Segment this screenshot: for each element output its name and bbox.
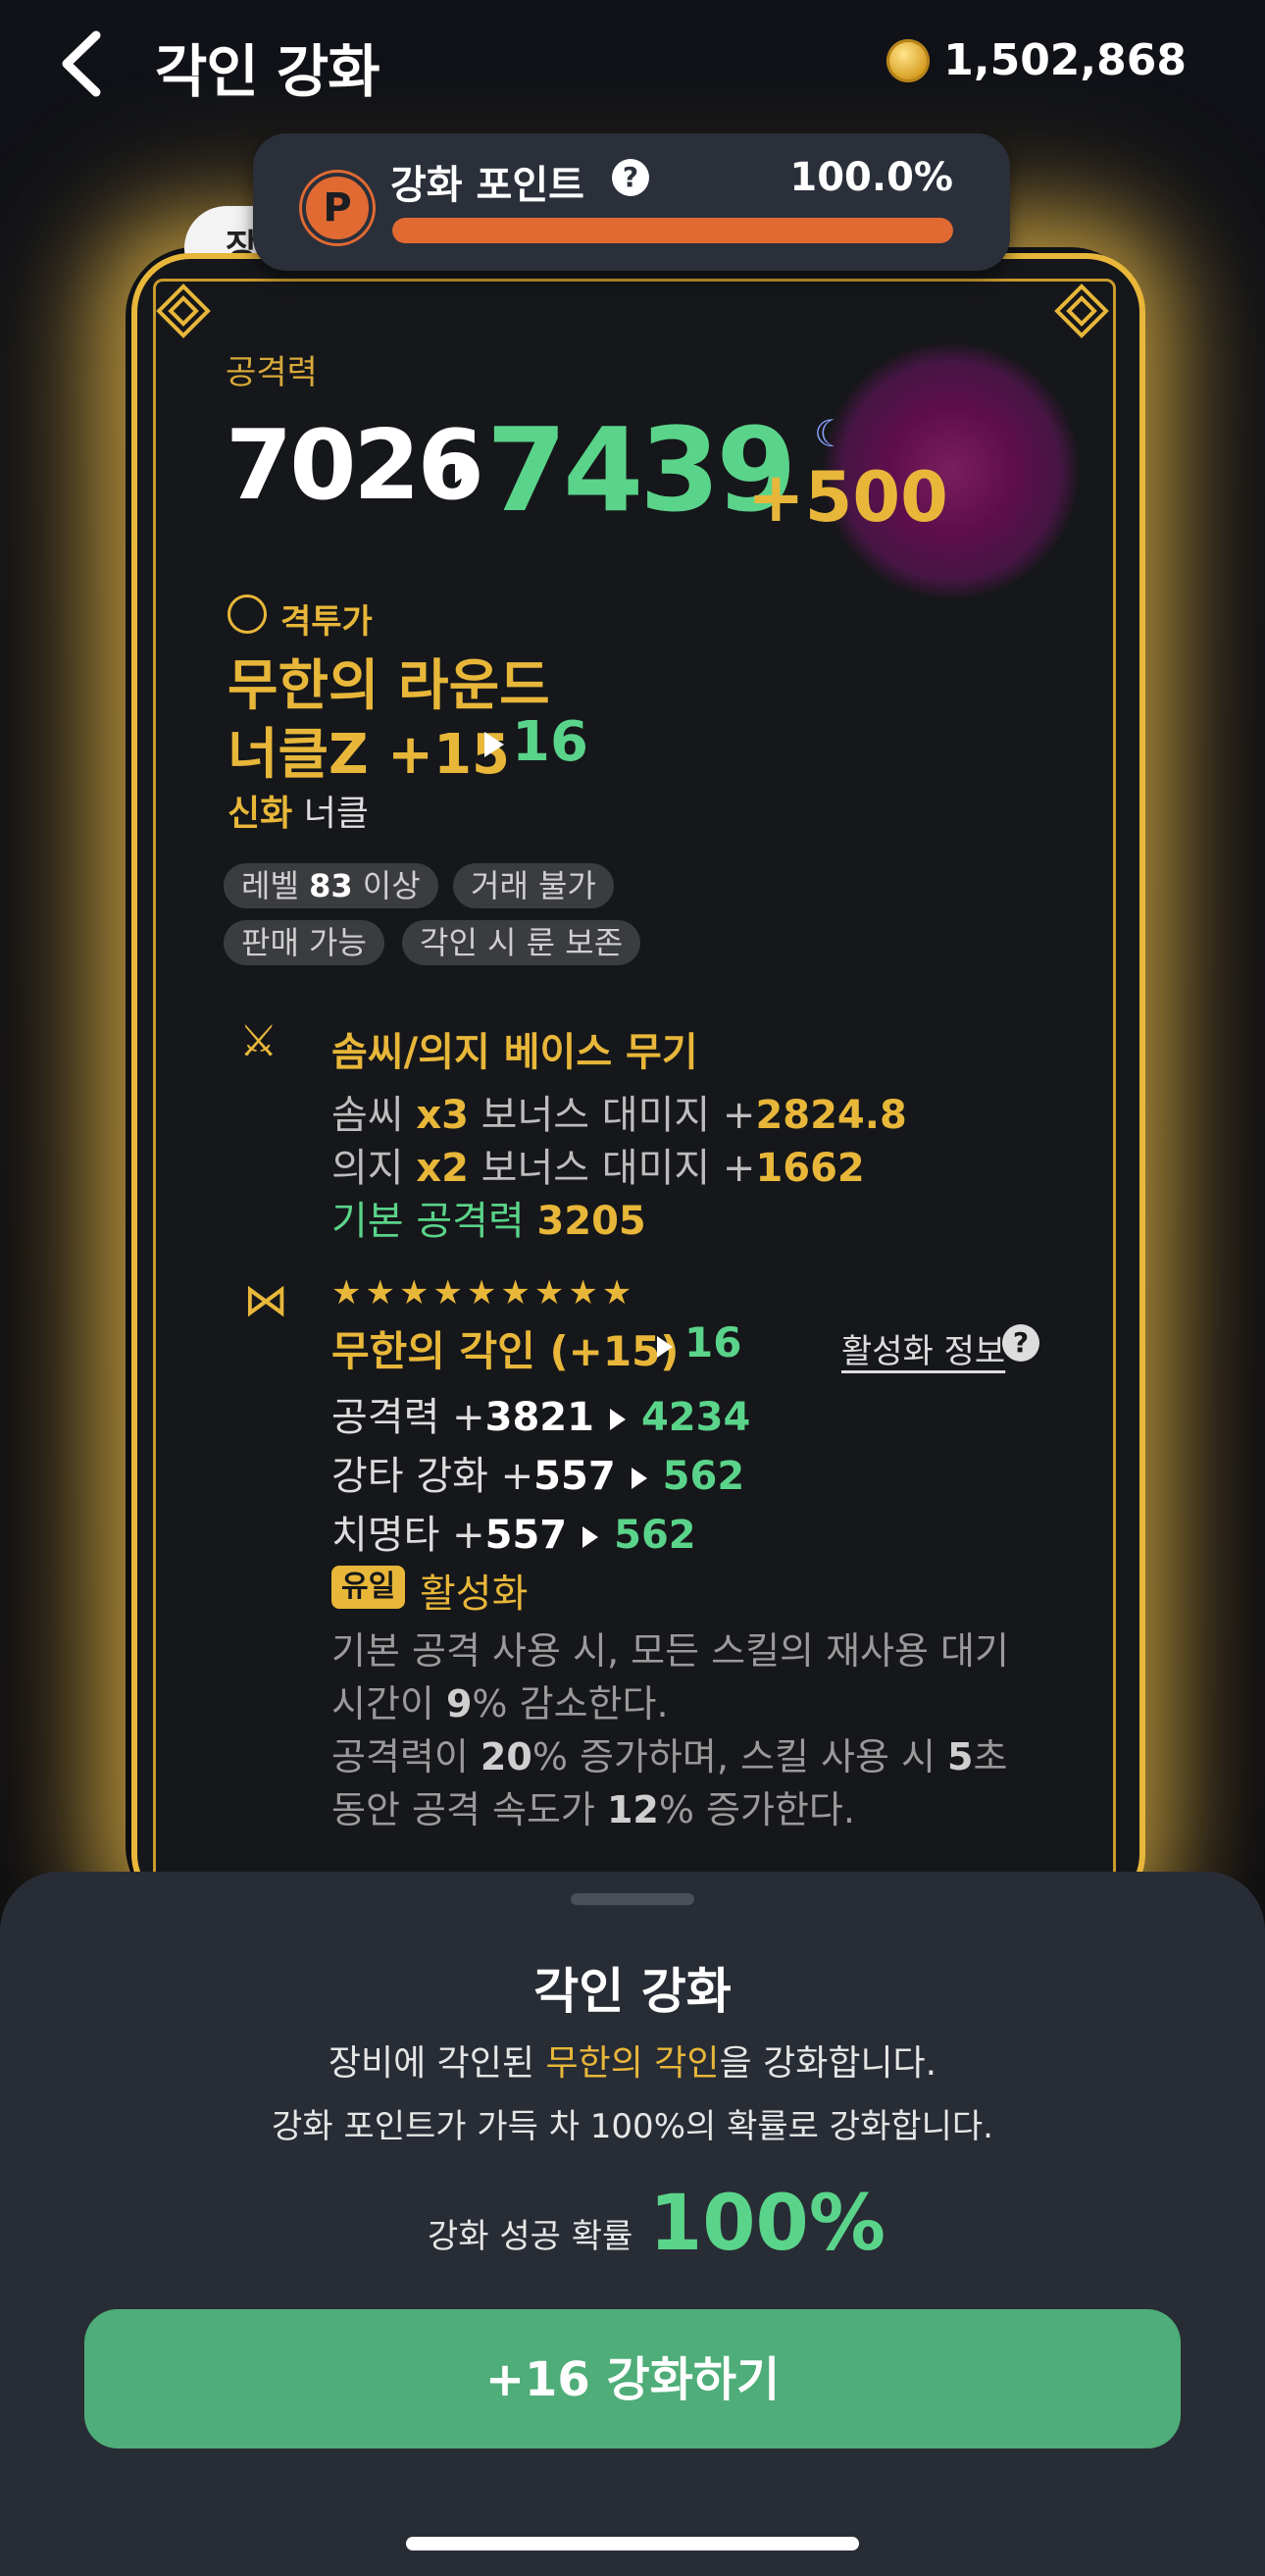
coin-icon	[886, 38, 931, 82]
arrow-right-icon	[631, 1468, 647, 1489]
attack-label: 공격력	[226, 353, 318, 392]
arrow-right-icon	[657, 1336, 673, 1358]
arrow-right-icon	[582, 1526, 599, 1548]
page-title: 각인 강화	[155, 38, 380, 105]
weapon-row: 솜씨 x3 보너스 대미지 +2824.8	[331, 1093, 907, 1138]
weapon-section-title: 솜씨/의지 베이스 무기	[331, 1030, 698, 1075]
engraving-desc-line: 기본 공격 사용 시, 모든 스킬의 재사용 대기	[331, 1629, 1009, 1673]
gold-amount: 1,502,868	[943, 35, 1187, 85]
activation-info-link[interactable]: 활성화 정보	[841, 1324, 1005, 1372]
item-name-line1: 무한의 라운드	[228, 654, 550, 718]
points-progress-bar	[392, 218, 953, 243]
engraving-level-new: 16	[684, 1318, 742, 1366]
weapon-row: 기본 공격력 3205	[331, 1199, 646, 1244]
engraving-stat-row: 강타 강화 +557 562	[331, 1454, 745, 1499]
item-level-new: 16	[512, 710, 588, 774]
item-tier: 신화 너클	[228, 794, 369, 834]
weapon-icon: ⚔	[239, 1016, 278, 1066]
chip-sellable: 판매 가능	[224, 920, 384, 965]
sheet-description-line1: 장비에 각인된 무한의 각인을 강화합니다.	[328, 2043, 937, 2084]
chip-level: 레벨 83 이상	[224, 863, 438, 908]
engraving-stat-row: 공격력 +3821 4234	[331, 1395, 751, 1440]
enhance-points-panel: P 강화 포인트 ? 100.0%	[253, 133, 1010, 271]
points-progress-fill	[392, 218, 953, 243]
points-label: 강화 포인트	[390, 163, 584, 208]
chip-rune-preserve: 각인 시 룬 보존	[402, 920, 641, 965]
weapon-row: 의지 x2 보너스 대미지 +1662	[331, 1146, 865, 1191]
engraving-desc-line: 동안 공격 속도가 12% 증가한다.	[331, 1788, 855, 1831]
engraving-desc-line: 공격력이 20% 증가하며, 스킬 사용 시 5초	[331, 1735, 1008, 1778]
arrow-right-icon	[455, 457, 475, 483]
success-rate-value: 100%	[649, 2180, 886, 2268]
sheet-title: 각인 강화	[533, 1963, 732, 2020]
attack-old-value: 7026	[226, 410, 484, 522]
engraving-desc-line: 시간이 9% 감소한다.	[331, 1682, 669, 1726]
gold-display: 1,502,868	[886, 35, 1187, 85]
home-indicator[interactable]	[406, 2537, 859, 2550]
chip-no-trade: 거래 불가	[453, 863, 614, 908]
enhance-button[interactable]: +16 강화하기	[84, 2309, 1181, 2448]
help-icon[interactable]: ?	[1002, 1324, 1039, 1362]
knot-ornament-icon	[156, 283, 211, 338]
engraving-name: 무한의 각인 (+15)	[331, 1327, 680, 1375]
item-class: 격투가	[280, 602, 373, 642]
class-icon	[228, 594, 267, 634]
engraving-stat-row: 치명타 +557 562	[331, 1513, 696, 1558]
success-rate-label: 강화 성공 확률	[428, 2217, 633, 2256]
knot-ornament-icon	[1054, 283, 1109, 338]
arrow-right-icon	[484, 732, 504, 757]
unique-badge: 유일	[331, 1566, 406, 1609]
engraving-stars: ★★★★★★★★★	[331, 1273, 636, 1313]
points-p-icon: P	[302, 173, 373, 243]
sheet-description-line2: 강화 포인트가 가득 차 100%의 확률로 강화합니다.	[272, 2107, 993, 2146]
attack-bonus: +500	[747, 457, 948, 538]
rune-icon: ⋈	[243, 1273, 288, 1326]
help-icon[interactable]: ?	[612, 159, 649, 196]
sheet-drag-handle[interactable]	[571, 1893, 694, 1905]
item-name-line2: 너클Z +15	[228, 723, 510, 787]
moon-icon: ☾	[814, 412, 848, 455]
arrow-right-icon	[609, 1409, 626, 1430]
points-percent: 100.0%	[789, 155, 953, 200]
activation-label: 활성화	[420, 1571, 529, 1617]
back-arrow-icon[interactable]	[57, 29, 106, 98]
